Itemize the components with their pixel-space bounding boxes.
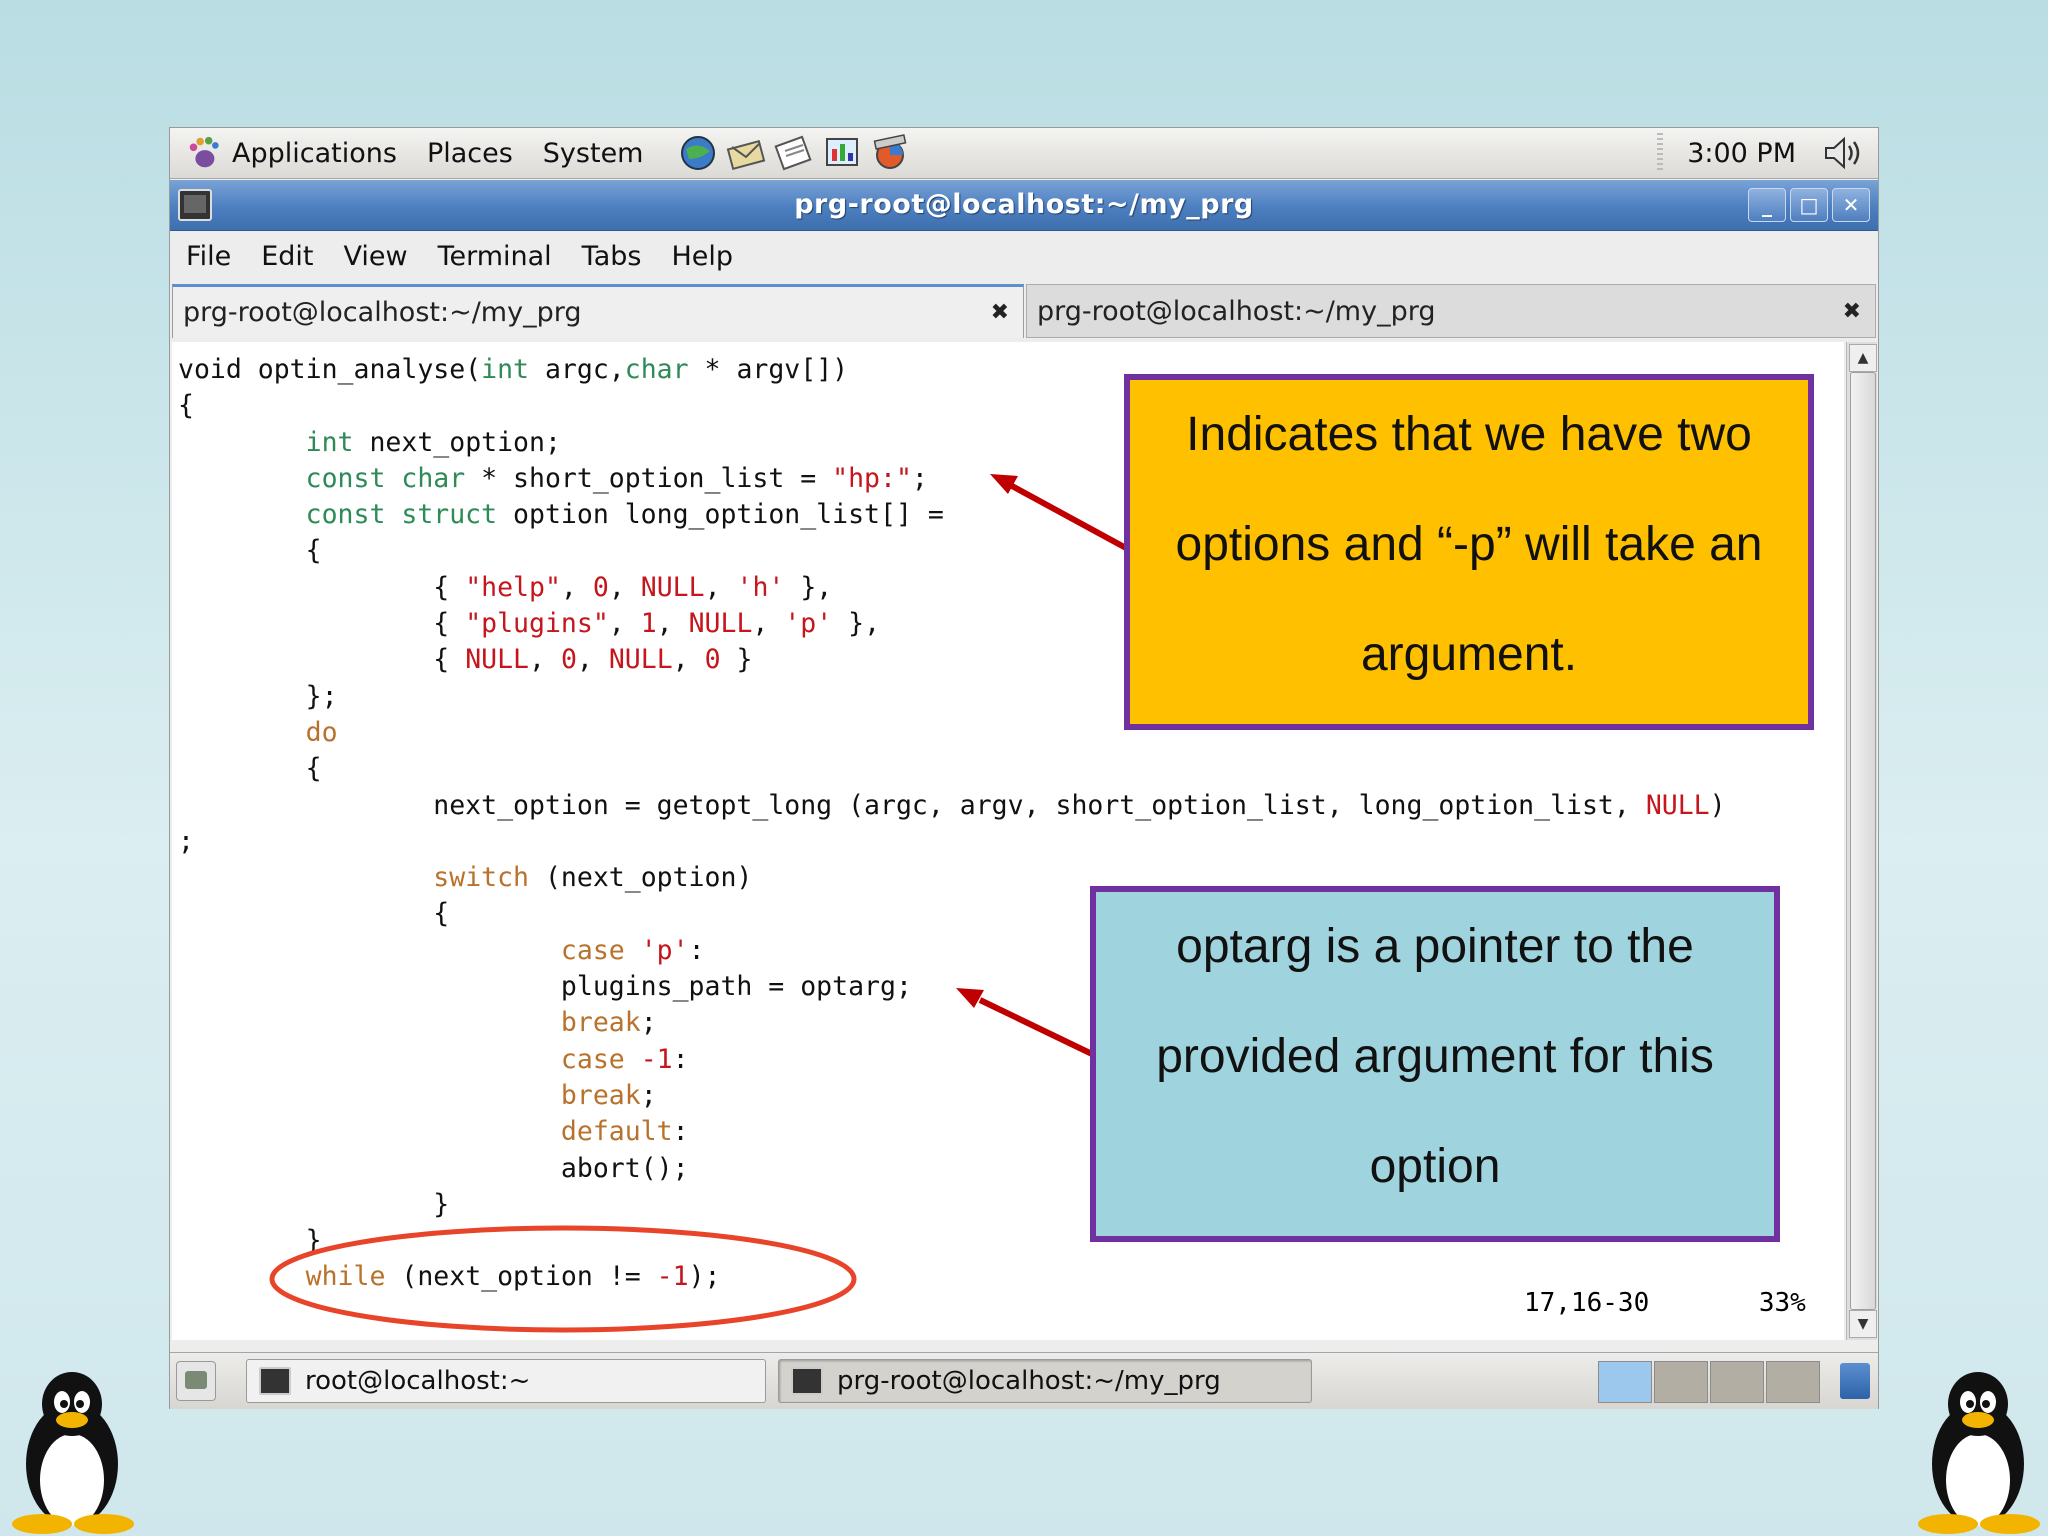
arrow-to-short-option-list (1010, 483, 1128, 551)
arrowhead-icon (956, 988, 984, 1008)
annotation-layer (269, 474, 1128, 1333)
callout-line: argument. (1360, 628, 1578, 681)
callout-line: options and “-p” will take an (1175, 518, 1763, 571)
arrow-to-optarg (978, 997, 1094, 1057)
callout-short-option-list: Indicates that we have two options and “… (1124, 374, 1814, 730)
highlight-ellipse-while-loop (269, 1225, 857, 1333)
callout-line: option (1369, 1140, 1501, 1193)
callout-line: optarg is a pointer to the (1176, 920, 1694, 973)
callout-line: provided argument for this (1156, 1030, 1714, 1083)
tux-penguin-icon (12, 1372, 134, 1534)
callout-optarg: optarg is a pointer to the provided argu… (1090, 886, 1780, 1242)
callout-line: Indicates that we have two (1186, 408, 1752, 461)
tux-penguin-icon (1918, 1372, 2040, 1534)
